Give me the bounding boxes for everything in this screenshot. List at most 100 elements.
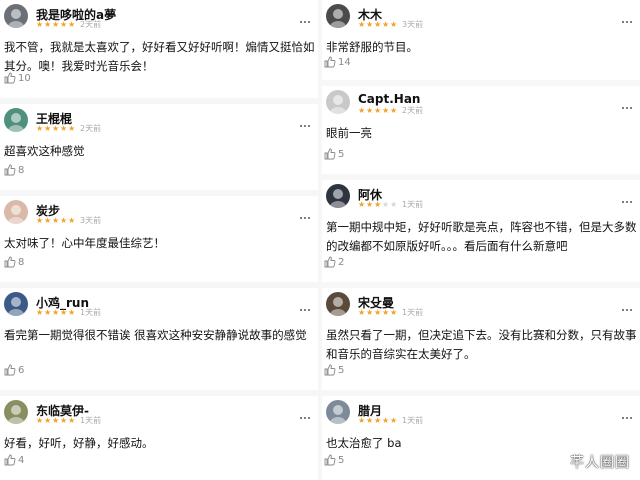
post-time: 1天前	[80, 416, 102, 425]
more-options-icon[interactable]	[300, 296, 312, 311]
like-button[interactable]: 8	[4, 256, 24, 268]
star-icon: ★	[36, 124, 44, 133]
star-icon: ★	[374, 416, 382, 425]
star-icon: ★	[358, 416, 366, 425]
thumbs-up-icon	[324, 148, 338, 160]
star-icon: ★	[60, 124, 68, 133]
more-options-icon[interactable]	[622, 296, 634, 311]
rating-stars: ★★★★★ 2天前	[36, 125, 101, 133]
review-card: 木木 ★★★★★ 3天前 非常舒服的节目。	[322, 0, 640, 80]
user-avatar[interactable]	[326, 184, 350, 208]
star-icon: ★	[52, 124, 60, 133]
star-icon: ★	[366, 20, 374, 29]
star-icon: ★	[358, 20, 366, 29]
star-icon: ★	[44, 20, 52, 29]
star-icon: ★	[60, 20, 68, 29]
star-icon: ★	[52, 416, 60, 425]
review-card: 阿休 ★★★★★ 1天前 第一期中规中矩，好好听歌是亮点，阵容也不错，但是大多数的改编…	[322, 180, 640, 282]
like-count: 8	[18, 256, 25, 268]
star-icon: ★	[68, 308, 76, 317]
left-review-column: 我是哆啦的a夢 ★★★★★ 2天前 我不管，我就是太喜欢了，好好看又好好听啊！煽情又挺…	[0, 0, 320, 480]
like-count: 2	[338, 256, 345, 268]
user-avatar[interactable]	[4, 108, 28, 132]
star-icon: ★	[382, 20, 390, 29]
like-count: 8	[18, 164, 25, 176]
more-options-icon[interactable]	[300, 8, 312, 23]
like-button[interactable]: 14	[324, 56, 351, 68]
review-text: 我不管，我就是太喜欢了，好好看又好好听啊！煽情又挺恰如其分。噢！我爱时光音乐会！	[4, 40, 315, 73]
review-text: 眼前一亮	[326, 126, 372, 140]
star-icon: ★	[390, 308, 398, 317]
like-button[interactable]: 5	[324, 148, 344, 160]
more-options-icon[interactable]	[622, 188, 634, 203]
user-avatar[interactable]	[4, 400, 28, 424]
post-time: 2天前	[80, 20, 102, 29]
like-button[interactable]: 5	[324, 454, 344, 466]
review-card: 炭步 ★★★★★ 3天前 太对味了！心中年度最佳综艺！	[0, 196, 318, 282]
like-button[interactable]: 10	[4, 72, 31, 84]
star-icon: ★	[366, 200, 374, 209]
more-options-icon[interactable]	[300, 204, 312, 219]
user-avatar[interactable]	[326, 4, 350, 28]
star-icon: ★	[358, 308, 366, 317]
rating-stars: ★★★★★ 1天前	[358, 309, 423, 317]
star-icon: ★	[44, 416, 52, 425]
like-button[interactable]: 4	[4, 454, 24, 466]
rating-stars: ★★★★★ 1天前	[36, 309, 101, 317]
thumbs-up-icon	[324, 454, 338, 466]
user-avatar[interactable]	[4, 200, 28, 224]
star-icon: ★	[390, 416, 398, 425]
like-button[interactable]: 5	[324, 364, 344, 376]
review-card: 东临莫伊- ★★★★★ 1天前 好看，好听，好静，好感动。	[0, 396, 318, 480]
review-text: 太对味了！心中年度最佳综艺！	[4, 236, 165, 250]
star-icon: ★	[68, 124, 76, 133]
more-options-icon[interactable]	[300, 112, 312, 127]
post-time: 3天前	[402, 20, 424, 29]
rating-stars: ★★★★★ 2天前	[358, 107, 423, 115]
user-avatar[interactable]	[326, 292, 350, 316]
more-options-icon[interactable]	[622, 404, 634, 419]
review-text: 虽然只看了一期，但决定追下去。没有比赛和分数，只有故事和音乐的音综实在太美好了。	[326, 328, 637, 361]
like-button[interactable]: 8	[4, 164, 24, 176]
star-icon: ★	[390, 20, 398, 29]
post-time: 1天前	[402, 308, 424, 317]
thumbs-up-icon	[4, 72, 18, 84]
star-icon: ★	[60, 308, 68, 317]
post-time: 2天前	[80, 124, 102, 133]
star-icon: ★	[44, 216, 52, 225]
post-time: 1天前	[402, 200, 424, 209]
user-avatar[interactable]	[326, 400, 350, 424]
like-count: 10	[18, 72, 31, 84]
more-options-icon[interactable]	[300, 404, 312, 419]
review-text: 好看，好听，好静，好感动。	[4, 436, 154, 450]
star-icon: ★	[366, 308, 374, 317]
user-avatar[interactable]	[326, 90, 350, 114]
review-card: 我是哆啦的a夢 ★★★★★ 2天前 我不管，我就是太喜欢了，好好看又好好听啊！煽情又挺…	[0, 0, 318, 98]
rating-stars: ★★★★★ 1天前	[358, 417, 423, 425]
user-avatar[interactable]	[4, 292, 28, 316]
review-card: 宋殳曼 ★★★★★ 1天前 虽然只看了一期，但决定追下去。没有比赛和分数，只有故事和音…	[322, 288, 640, 390]
thumbs-up-icon	[324, 256, 338, 268]
star-icon: ★	[60, 416, 68, 425]
star-icon: ★	[358, 106, 366, 115]
star-icon: ★	[366, 106, 374, 115]
star-icon: ★	[36, 216, 44, 225]
like-button[interactable]: 2	[324, 256, 344, 268]
more-options-icon[interactable]	[622, 8, 634, 23]
star-icon: ★	[382, 308, 390, 317]
star-icon: ★	[382, 200, 390, 209]
thumbs-up-icon	[324, 56, 338, 68]
review-text: 非常舒服的节目。	[326, 40, 418, 54]
thumbs-up-icon	[324, 364, 338, 376]
like-count: 14	[338, 56, 351, 68]
post-time: 1天前	[402, 416, 424, 425]
like-button[interactable]: 6	[4, 364, 24, 376]
like-count: 5	[338, 148, 345, 160]
rating-stars: ★★★★★ 3天前	[36, 217, 101, 225]
more-options-icon[interactable]	[622, 94, 634, 109]
like-count: 6	[18, 364, 25, 376]
star-icon: ★	[52, 308, 60, 317]
username[interactable]: Capt.Han	[358, 92, 420, 106]
user-avatar[interactable]	[4, 4, 28, 28]
review-text: 第一期中规中矩，好好听歌是亮点，阵容也不错，但是大多数的改编都不如原版好听。。。…	[326, 220, 637, 253]
